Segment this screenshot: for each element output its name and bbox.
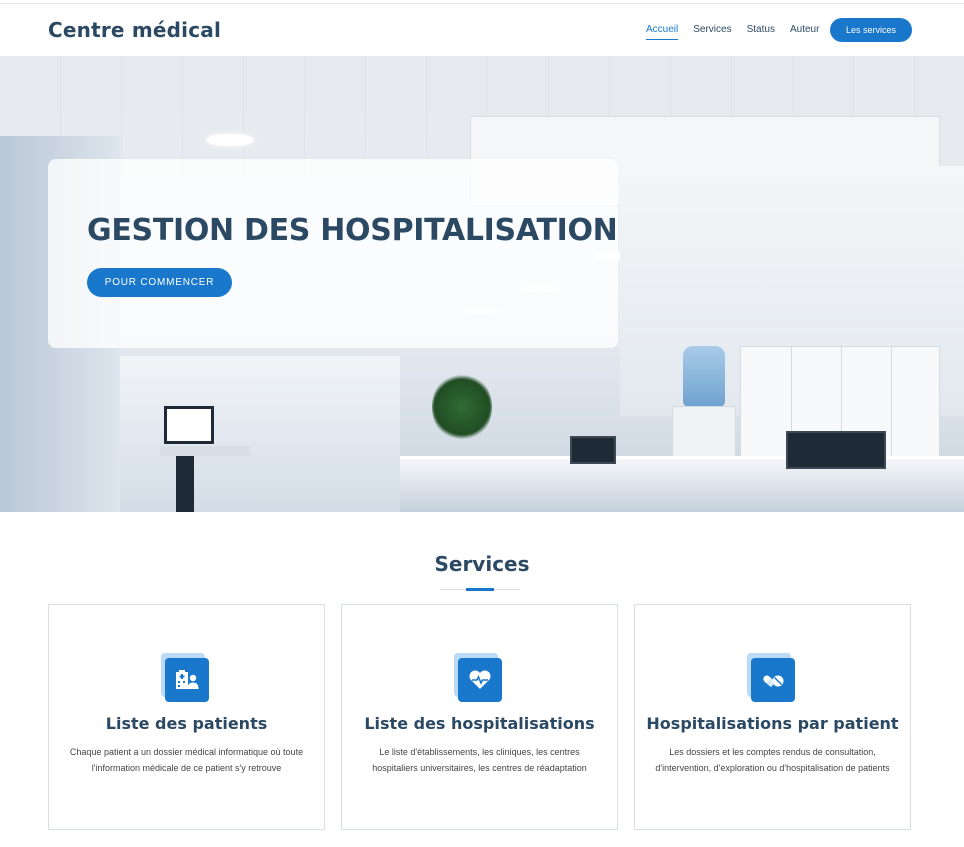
site-header: Centre médical Accueil Services Status A… — [0, 4, 964, 56]
pills-icon — [747, 653, 795, 702]
icon-tile — [458, 658, 502, 702]
icon-tile — [751, 658, 795, 702]
site-logo[interactable]: Centre médical — [48, 18, 221, 42]
card-title[interactable]: Hospitalisations par patient — [635, 714, 910, 733]
les-services-button[interactable]: Les services — [830, 18, 912, 42]
cabinet-divider — [891, 347, 892, 467]
title-underline-accent — [466, 588, 494, 591]
heartbeat-icon — [454, 653, 502, 702]
hero-title: GESTION DES HOSPITALISATION — [87, 213, 618, 248]
service-card-par-patient[interactable]: Hospitalisations par patient Les dossier… — [634, 604, 911, 830]
plant-graphic — [432, 372, 492, 442]
hospital-user-icon — [161, 653, 209, 702]
monitor-graphic — [570, 436, 616, 464]
nav-link-services[interactable]: Services — [693, 24, 731, 40]
pour-commencer-button[interactable]: POUR COMMENCER — [87, 268, 232, 297]
service-card-patients[interactable]: Liste des patients Chaque patient a un d… — [48, 604, 325, 830]
card-description: Les dossiers et les comptes rendus de co… — [655, 747, 890, 773]
card-description: Le liste d'établissements, les cliniques… — [372, 747, 587, 773]
hero-section: GESTION DES HOSPITALISATION POUR COMMENC… — [0, 56, 964, 512]
cart-screen — [164, 406, 214, 444]
nav-link-accueil[interactable]: Accueil — [646, 24, 679, 40]
icon-tile — [165, 658, 209, 702]
card-title[interactable]: Liste des hospitalisations — [342, 714, 617, 733]
main-nav: Accueil Services Status Auteur — [646, 24, 834, 40]
ceiling-light — [206, 134, 254, 146]
water-cooler-bottle — [683, 346, 725, 406]
computer-cart-graphic — [160, 406, 250, 512]
hero-card: GESTION DES HOSPITALISATION POUR COMMENC… — [48, 159, 618, 348]
card-description: Chaque patient a un dossier médical info… — [69, 747, 304, 773]
monitor-graphic — [786, 431, 886, 469]
services-title: Services — [434, 552, 530, 576]
cart-pole — [176, 456, 194, 512]
service-card-hospitalisations[interactable]: Liste des hospitalisations Le liste d'ét… — [341, 604, 618, 830]
card-title[interactable]: Liste des patients — [49, 714, 324, 733]
cart-desk — [160, 446, 250, 456]
nav-link-status[interactable]: Status — [747, 24, 775, 40]
nav-link-auteur[interactable]: Auteur — [790, 24, 819, 40]
